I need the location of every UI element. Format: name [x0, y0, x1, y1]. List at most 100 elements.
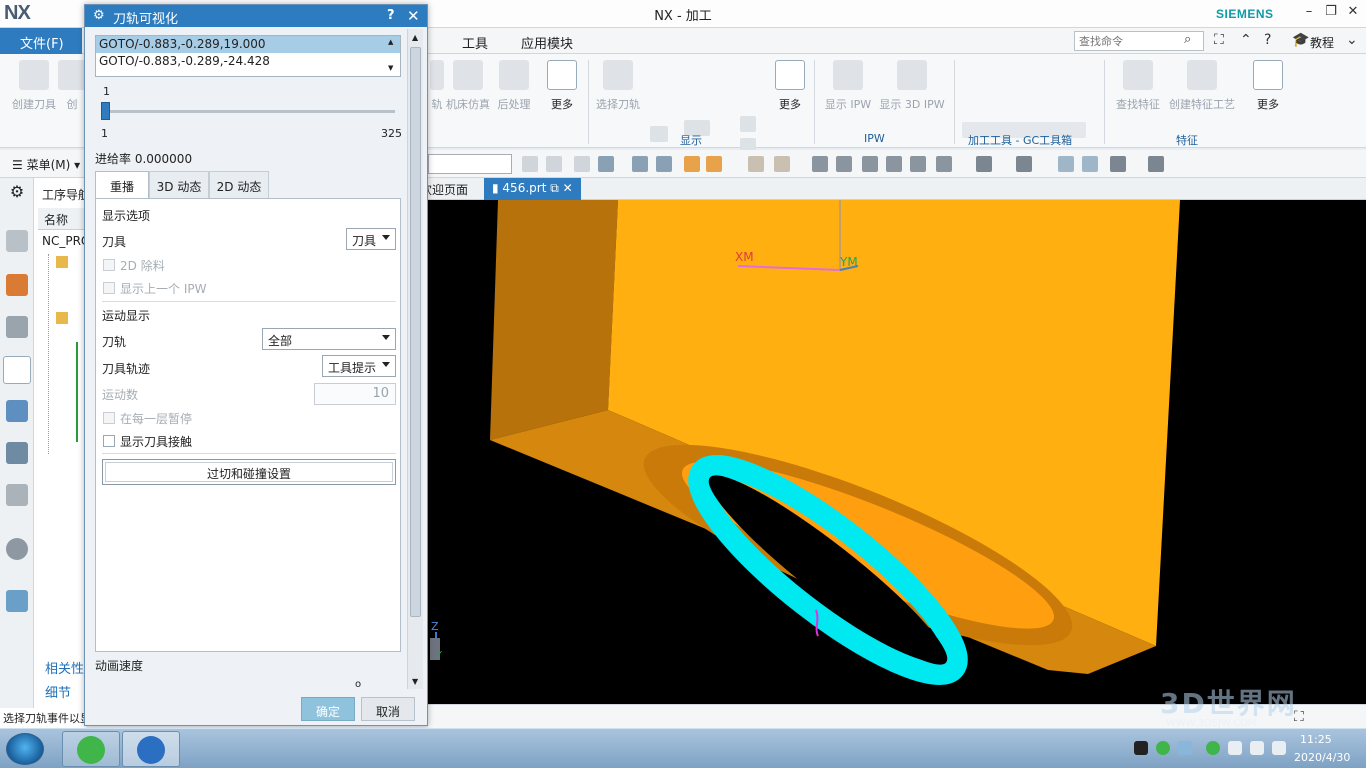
tab-2d-dynamic[interactable]: 2D 动态: [209, 171, 269, 199]
list-item[interactable]: GOTO/-0.883,-0.289,19.000: [96, 36, 400, 53]
taskbar-nx-icon[interactable]: [122, 731, 180, 767]
view-icon-6[interactable]: [936, 156, 952, 172]
gear-icon[interactable]: ⚙: [6, 182, 28, 204]
select-icon-3[interactable]: [656, 156, 672, 172]
create-tool-button[interactable]: 创建刀具: [6, 60, 62, 112]
collapse-ribbon-icon[interactable]: ⌃: [1240, 32, 1252, 48]
graphics-window[interactable]: XM YM Z Y: [428, 200, 1366, 704]
view-icon-2[interactable]: [836, 156, 852, 172]
more-button-3[interactable]: 更多: [1240, 60, 1296, 112]
part-navigator-icon[interactable]: [6, 230, 28, 252]
render-icon[interactable]: [1016, 156, 1032, 172]
machine-tool-navigator-icon[interactable]: [6, 400, 28, 422]
checkbox-prev-ipw[interactable]: [103, 282, 115, 294]
select-icon-4[interactable]: [684, 156, 700, 172]
tab-tools[interactable]: 工具: [462, 33, 488, 52]
tab-replay[interactable]: 重播: [95, 171, 149, 199]
cancel-button[interactable]: 取消: [361, 697, 415, 721]
mcs-icon[interactable]: [1058, 156, 1074, 172]
ok-button[interactable]: 确定: [301, 697, 355, 721]
motion-count-field[interactable]: 10: [314, 383, 396, 405]
tab-application[interactable]: 应用模块: [521, 33, 573, 52]
select-icon-6[interactable]: [748, 156, 764, 172]
list-scroll-down-icon[interactable]: ▼: [388, 64, 393, 72]
goto-event-list[interactable]: GOTO/-0.883,-0.289,19.000 GOTO/-0.883,-0…: [95, 35, 401, 77]
list-item[interactable]: GOTO/-0.883,-0.289,-24.428: [96, 53, 400, 70]
info-icon[interactable]: [6, 538, 28, 560]
scroll-up-icon[interactable]: ▲: [412, 33, 418, 42]
snap-icon-3[interactable]: [574, 156, 590, 172]
tab-part-file[interactable]: ▮ 456.prt ⧉ ✕: [484, 178, 581, 200]
tool-trace-select[interactable]: 工具提示: [322, 355, 396, 377]
constraint-navigator-icon[interactable]: [6, 316, 28, 338]
dialog-settings-icon[interactable]: ⚙: [93, 8, 105, 23]
fullscreen-icon[interactable]: ⛶: [1214, 32, 1224, 48]
view-icon-5[interactable]: [910, 156, 926, 172]
checkbox-2d-removal[interactable]: [103, 259, 115, 271]
tab-3d-dynamic[interactable]: 3D 动态: [149, 171, 209, 199]
event-slider[interactable]: [103, 110, 395, 113]
operation-navigator-icon[interactable]: [3, 356, 31, 384]
visibility-icon[interactable]: [1110, 156, 1126, 172]
tool-display-select[interactable]: 刀具: [346, 228, 396, 250]
clock-time[interactable]: 11:25: [1300, 733, 1332, 746]
find-feature-button[interactable]: 查找特征: [1110, 60, 1166, 112]
search-icon[interactable]: ⌕: [1184, 32, 1191, 47]
show-3d-ipw-button[interactable]: 显示 3D IPW: [876, 60, 948, 112]
expand-icon[interactable]: ⌄: [1346, 32, 1358, 48]
select-icon-7[interactable]: [774, 156, 790, 172]
details-panel-tab[interactable]: 细节: [45, 682, 71, 701]
qq-icon[interactable]: [1134, 741, 1148, 755]
more-button-1[interactable]: 更多: [534, 60, 590, 112]
gouge-collision-settings-button[interactable]: 过切和碰撞设置: [102, 459, 396, 485]
dialog-help-icon[interactable]: ?: [387, 8, 395, 23]
minimize-icon[interactable]: –: [1298, 4, 1320, 22]
restore-icon[interactable]: ❐: [1320, 4, 1342, 22]
clock-date[interactable]: 2020/4/30: [1294, 751, 1350, 764]
snap-icon-1[interactable]: [522, 156, 538, 172]
network-icon[interactable]: [1250, 741, 1264, 755]
shading-icon[interactable]: [976, 156, 992, 172]
help-icon[interactable]: ?: [1264, 32, 1271, 48]
file-menu[interactable]: 文件(F): [0, 28, 82, 54]
path-select[interactable]: 全部: [262, 328, 396, 350]
type-filter-select[interactable]: [428, 154, 512, 174]
scrollbar-thumb[interactable]: [410, 47, 421, 617]
view-icon-4[interactable]: [886, 156, 902, 172]
feature-navigator-icon[interactable]: [6, 442, 28, 464]
slider-handle[interactable]: [101, 102, 110, 120]
select-icon-1[interactable]: [598, 156, 614, 172]
eye-icon[interactable]: [1082, 156, 1098, 172]
arrow-up-icon[interactable]: [740, 116, 756, 132]
select-icon-2[interactable]: [632, 156, 648, 172]
tray-security-icon[interactable]: [1206, 741, 1220, 755]
snap-icon-2[interactable]: [546, 156, 562, 172]
hide-icon[interactable]: [1148, 156, 1164, 172]
assembly-navigator-icon[interactable]: [6, 274, 28, 296]
list-scroll-up-icon[interactable]: ▲: [388, 38, 393, 46]
tutorial-link[interactable]: 教程: [1310, 34, 1334, 51]
more-button-2[interactable]: 更多: [762, 60, 818, 112]
create-geometry-button[interactable]: 创: [58, 60, 88, 112]
tree-folder-icon[interactable]: [56, 312, 68, 324]
view-icon-1[interactable]: [812, 156, 828, 172]
select-icon-5[interactable]: [706, 156, 722, 172]
tree-root-nc-program[interactable]: NC_PROGRAM: [42, 234, 85, 248]
show-ipw-button[interactable]: 显示 IPW: [820, 60, 876, 112]
dependencies-panel-tab[interactable]: 相关性: [45, 658, 84, 677]
tree-folder-icon[interactable]: [56, 256, 68, 268]
reuse-library-icon[interactable]: [6, 484, 28, 506]
volume-icon[interactable]: [1178, 741, 1192, 755]
tray-plus-icon[interactable]: [1156, 741, 1170, 755]
select-path-button[interactable]: 选择刀轨: [590, 60, 646, 112]
speaker-icon[interactable]: [1272, 741, 1286, 755]
create-feature-process-button[interactable]: 创建特征工艺: [1166, 60, 1238, 112]
close-icon[interactable]: ✕: [1342, 4, 1364, 22]
display-icon-1[interactable]: [650, 126, 668, 142]
tab-welcome-page[interactable]: 欢迎页面: [420, 181, 476, 198]
flag-icon[interactable]: [1228, 741, 1242, 755]
menu-button[interactable]: ☰ 菜单(M) ▾: [12, 156, 80, 173]
start-button[interactable]: [6, 733, 44, 765]
dialog-scrollbar[interactable]: ▲ ▼: [407, 29, 423, 689]
dialog-close-icon[interactable]: ✕: [407, 7, 420, 25]
